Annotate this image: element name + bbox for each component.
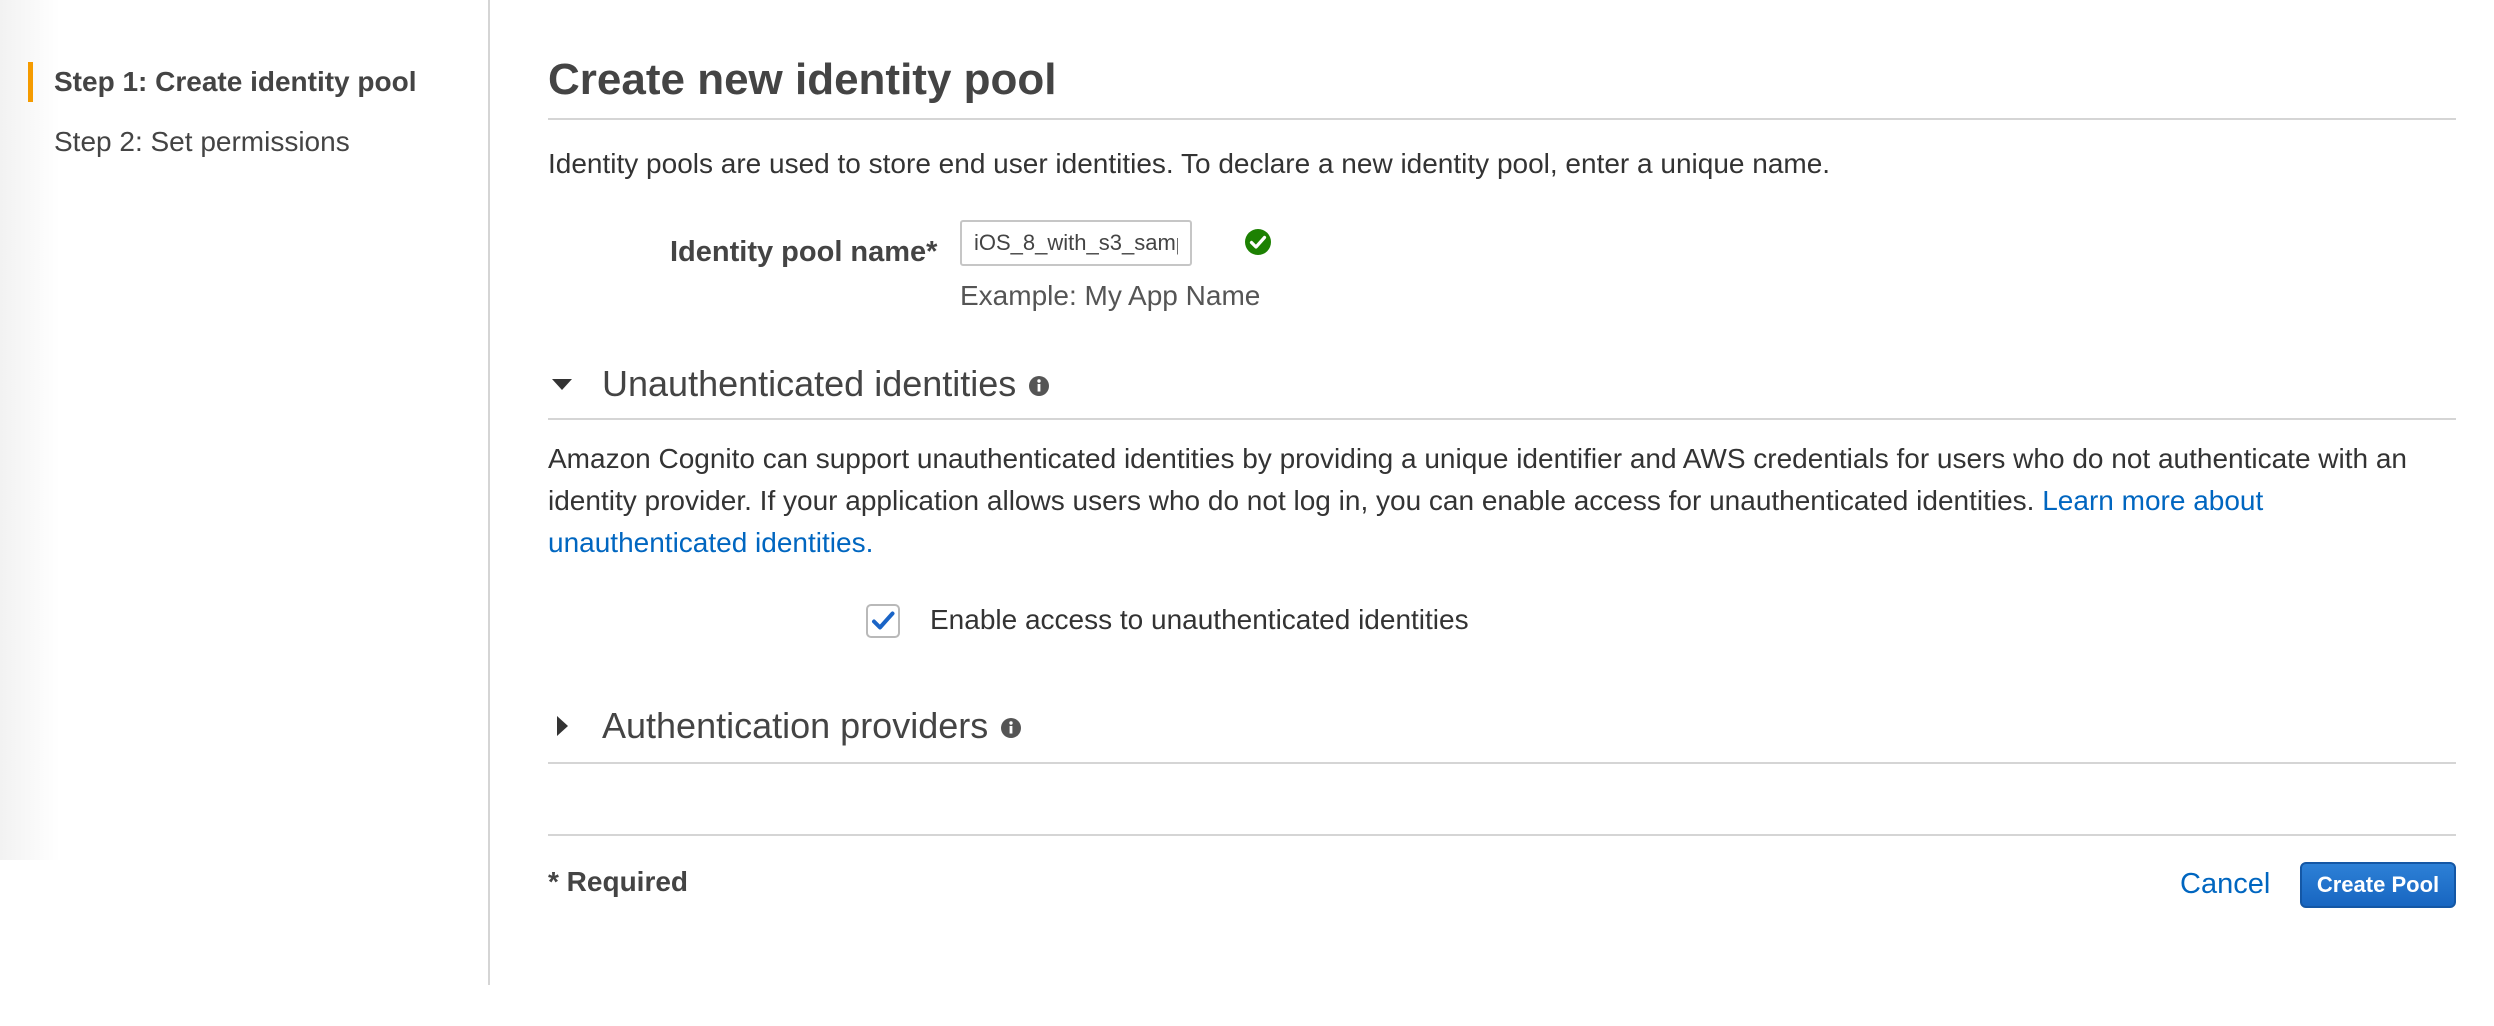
pool-name-example: Example: My App Name	[960, 280, 1261, 311]
footer-divider	[548, 834, 2456, 836]
caret-down-icon	[548, 370, 576, 398]
unauthenticated-heading: Unauthenticated identities	[602, 363, 1017, 404]
auth-providers-section-toggle[interactable]: Authentication providers	[548, 704, 1022, 748]
check-circle-icon	[1245, 229, 1271, 255]
enable-unauth-label[interactable]: Enable access to unauthenticated identit…	[930, 602, 1469, 638]
create-pool-button[interactable]: Create Pool	[2300, 862, 2456, 908]
auth-providers-divider	[548, 762, 2456, 764]
info-icon[interactable]	[1028, 375, 1050, 397]
auth-providers-heading: Authentication providers	[602, 705, 989, 746]
cancel-button[interactable]: Cancel	[2180, 866, 2270, 902]
main-content: Create new identity pool Identity pools …	[548, 0, 2456, 1026]
intro-text: Identity pools are used to store end use…	[548, 148, 1831, 179]
unauthenticated-section-toggle[interactable]: Unauthenticated identities	[548, 362, 1050, 406]
sidebar-step-set-permissions[interactable]: Step 2: Set permissions	[54, 122, 350, 162]
page-title: Create new identity pool	[548, 55, 1057, 104]
title-divider	[548, 118, 2456, 120]
identity-pool-name-input[interactable]	[960, 220, 1192, 266]
caret-right-icon	[548, 712, 576, 740]
required-note: * Required	[548, 866, 689, 897]
enable-unauth-checkbox[interactable]	[866, 604, 900, 638]
info-icon[interactable]	[1000, 717, 1022, 739]
sidebar-step-create-pool[interactable]: Step 1: Create identity pool	[28, 62, 417, 102]
identity-pool-name-label: Identity pool name*	[670, 236, 938, 268]
unauthenticated-description: Amazon Cognito can support unauthenticat…	[548, 438, 2456, 564]
unauthenticated-divider	[548, 418, 2456, 420]
wizard-sidebar: Step 1: Create identity pool Step 2: Set…	[0, 0, 490, 985]
checkmark-icon	[872, 611, 895, 630]
